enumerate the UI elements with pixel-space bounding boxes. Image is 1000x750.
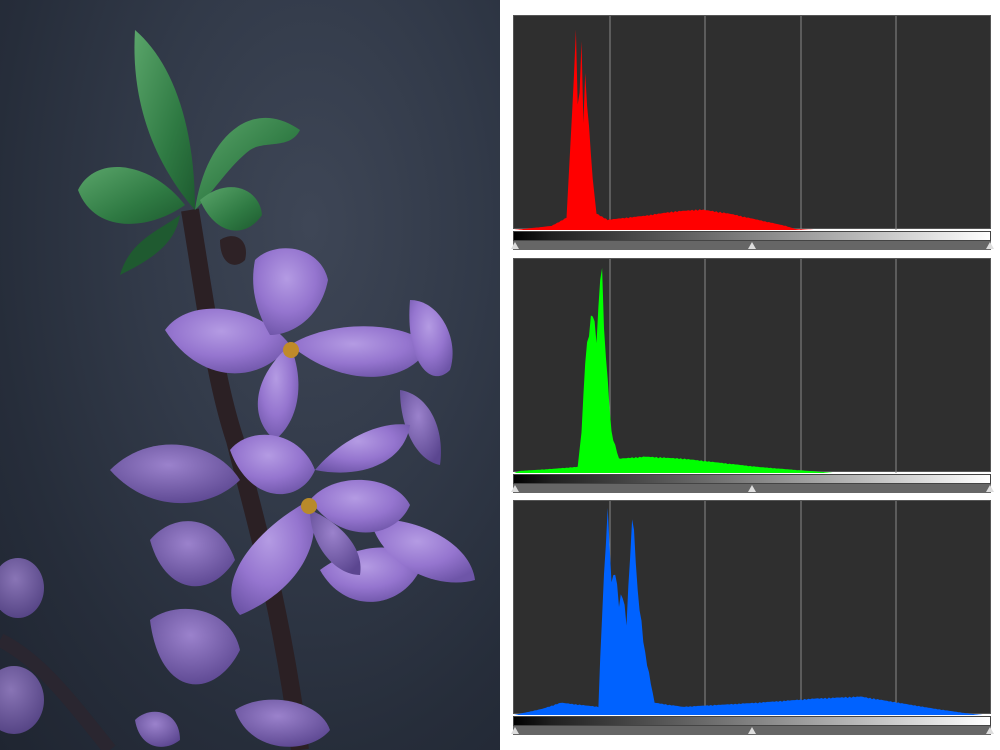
histogram-red-area [514,29,992,230]
histogram-blue-panel [510,497,994,735]
tone-gradient-bar [513,231,991,241]
black-point-handle[interactable] [511,727,519,734]
histogram-blue-plot [513,500,992,715]
histogram-green-area [514,268,992,473]
midtone-handle[interactable] [748,485,756,492]
tone-gradient-bar [513,474,991,484]
black-point-handle[interactable] [511,242,519,249]
white-point-handle[interactable] [986,727,994,734]
flower-photo-image [0,30,475,750]
midtone-handle[interactable] [748,727,756,734]
histogram-green-plot [513,258,992,473]
histogram-green-panel [510,255,994,493]
histogram-red-panel [510,12,994,250]
histogram-red-chart [514,16,992,230]
histogram-blue-area [514,508,992,715]
white-point-handle[interactable] [986,242,994,249]
tone-gradient-bar [513,716,991,726]
photo-preview [0,0,500,750]
histogram-green-chart [514,259,992,473]
histogram-blue-chart [514,501,992,715]
histogram-red-plot [513,15,992,230]
midtone-handle[interactable] [748,242,756,249]
white-point-handle[interactable] [986,485,994,492]
black-point-handle[interactable] [511,485,519,492]
